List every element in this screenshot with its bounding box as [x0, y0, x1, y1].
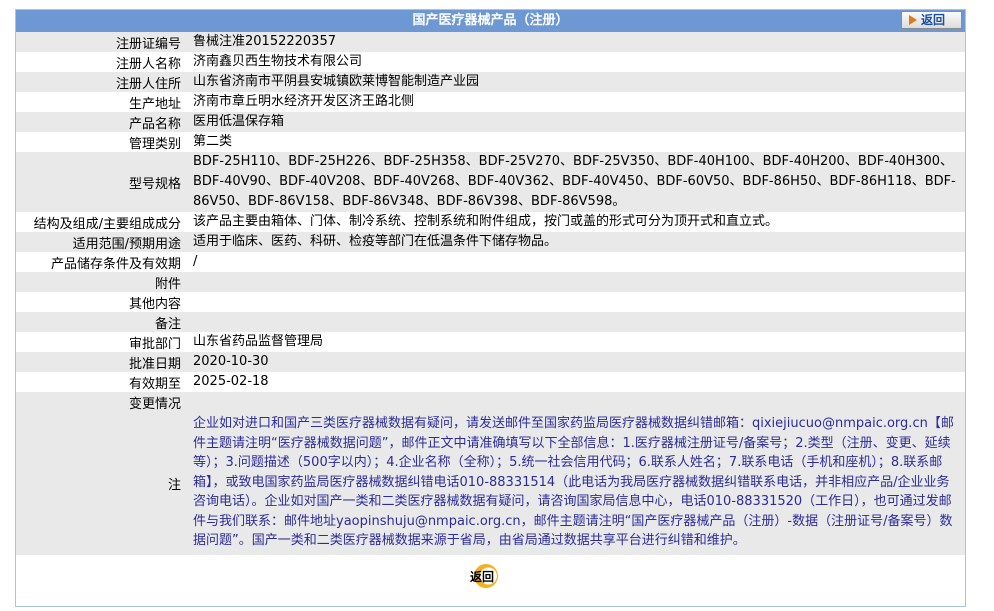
table-row: 产品储存条件及有效期 / — [16, 252, 965, 272]
field-value: 2020-10-30 — [188, 352, 965, 372]
field-label: 适用范围/预期用途 — [16, 232, 188, 252]
table-row: 备注 — [16, 312, 965, 332]
field-value: 第二类 — [193, 134, 233, 149]
panel-header: 国产医疗器械产品（注册） 返回 — [16, 10, 965, 32]
table-row: 审批部门 山东省药品监督管理局 — [16, 332, 965, 352]
detail-table: 注册证编号 鲁械注准20152220357 注册人名称 济南鑫贝西生物技术有限公司 注册… — [16, 32, 965, 555]
field-label: 型号规格 — [16, 152, 188, 212]
table-row: 管理类别 第二类 — [16, 132, 965, 152]
table-row: 注册人名称 济南鑫贝西生物技术有限公司 — [16, 52, 965, 72]
field-label: 其他内容 — [128, 296, 181, 312]
table-row: 其他内容 — [16, 292, 965, 312]
field-label: 产品储存条件及有效期 — [50, 256, 181, 272]
field-label: 批准日期 — [16, 352, 188, 372]
note-label: 注 — [16, 412, 188, 555]
field-value: 济南市章丘明水经济开发区济王路北侧 — [193, 94, 415, 109]
table-row: 产品名称 医用低温保存箱 — [16, 112, 965, 132]
field-value — [188, 392, 965, 412]
detail-panel: 国产医疗器械产品（注册） 返回 注册证编号 鲁械注准20152220357 注册人名… — [15, 9, 966, 607]
field-value: BDF-25H110、BDF-25H226、BDF-25H358、BDF-25V… — [188, 152, 965, 212]
note-row: 注企业如对进口和国产三类医疗器械数据有疑问，请发送邮件至国家药监局医疗器械数据纠… — [16, 412, 965, 555]
field-label: 管理类别 — [128, 136, 181, 152]
field-label: 附件 — [16, 272, 188, 292]
field-label: 生产地址 — [128, 96, 181, 112]
back-button-top[interactable]: 返回 — [901, 11, 962, 29]
back-button-bottom[interactable]: 返回 — [464, 563, 518, 590]
table-row: 批准日期 2020-10-30 — [16, 352, 965, 372]
table-row: 生产地址 济南市章丘明水经济开发区济王路北侧 — [16, 92, 965, 112]
field-value: 鲁械注准20152220357 — [188, 32, 965, 52]
field-label: 有效期至 — [128, 376, 181, 392]
field-value: 适用于临床、医药、科研、检疫等部门在低温条件下储存物品。 — [188, 232, 965, 252]
table-row: 注册人住所 山东省济南市平阴县安城镇欧莱博智能制造产业园 — [16, 72, 965, 92]
field-value: 山东省药品监督管理局 — [193, 334, 324, 349]
note-text: 企业如对进口和国产三类医疗器械数据有疑问，请发送邮件至国家药监局医疗器械数据纠错… — [188, 412, 965, 555]
field-value: 医用低温保存箱 — [188, 112, 965, 132]
field-label: 产品名称 — [16, 112, 188, 132]
field-value: 山东省济南市平阴县安城镇欧莱博智能制造产业园 — [188, 72, 965, 92]
table-row: 结构及组成/主要组成成分 该产品主要由箱体、门体、制冷系统、控制系统和附件组成，按… — [16, 212, 965, 232]
field-label: 注册人住所 — [16, 72, 188, 92]
field-label: 结构及组成/主要组成成分 — [33, 216, 181, 232]
field-label: 注册证编号 — [16, 32, 188, 52]
back-button-top-label: 返回 — [921, 13, 946, 27]
field-value: / — [193, 254, 198, 269]
field-value: 济南鑫贝西生物技术有限公司 — [193, 54, 363, 69]
arrow-right-icon — [909, 15, 917, 25]
field-value — [188, 292, 965, 312]
table-row: 型号规格 BDF-25H110、BDF-25H226、BDF-25H358、BDF… — [16, 152, 965, 212]
field-label: 注册人名称 — [115, 56, 181, 72]
field-value: 2025-02-18 — [193, 374, 269, 389]
table-row: 有效期至 2025-02-18 — [16, 372, 965, 392]
table-row: 注册证编号 鲁械注准20152220357 — [16, 32, 965, 52]
table-row: 附件 — [16, 272, 965, 292]
field-label: 审批部门 — [128, 336, 181, 352]
footer: 返回 — [16, 555, 965, 588]
field-value — [188, 272, 965, 292]
table-row: 适用范围/预期用途 适用于临床、医药、科研、检疫等部门在低温条件下储存物品。 — [16, 232, 965, 252]
table-row: 变更情况 — [16, 392, 965, 412]
field-value: 该产品主要由箱体、门体、制冷系统、控制系统和附件组成，按门或盖的形式可分为顶开式… — [193, 214, 779, 229]
field-label: 备注 — [16, 312, 188, 332]
field-value — [188, 312, 965, 332]
back-button-bottom-label: 返回 — [470, 569, 495, 584]
page-title: 国产医疗器械产品（注册） — [412, 13, 569, 28]
field-label: 变更情况 — [16, 392, 188, 412]
